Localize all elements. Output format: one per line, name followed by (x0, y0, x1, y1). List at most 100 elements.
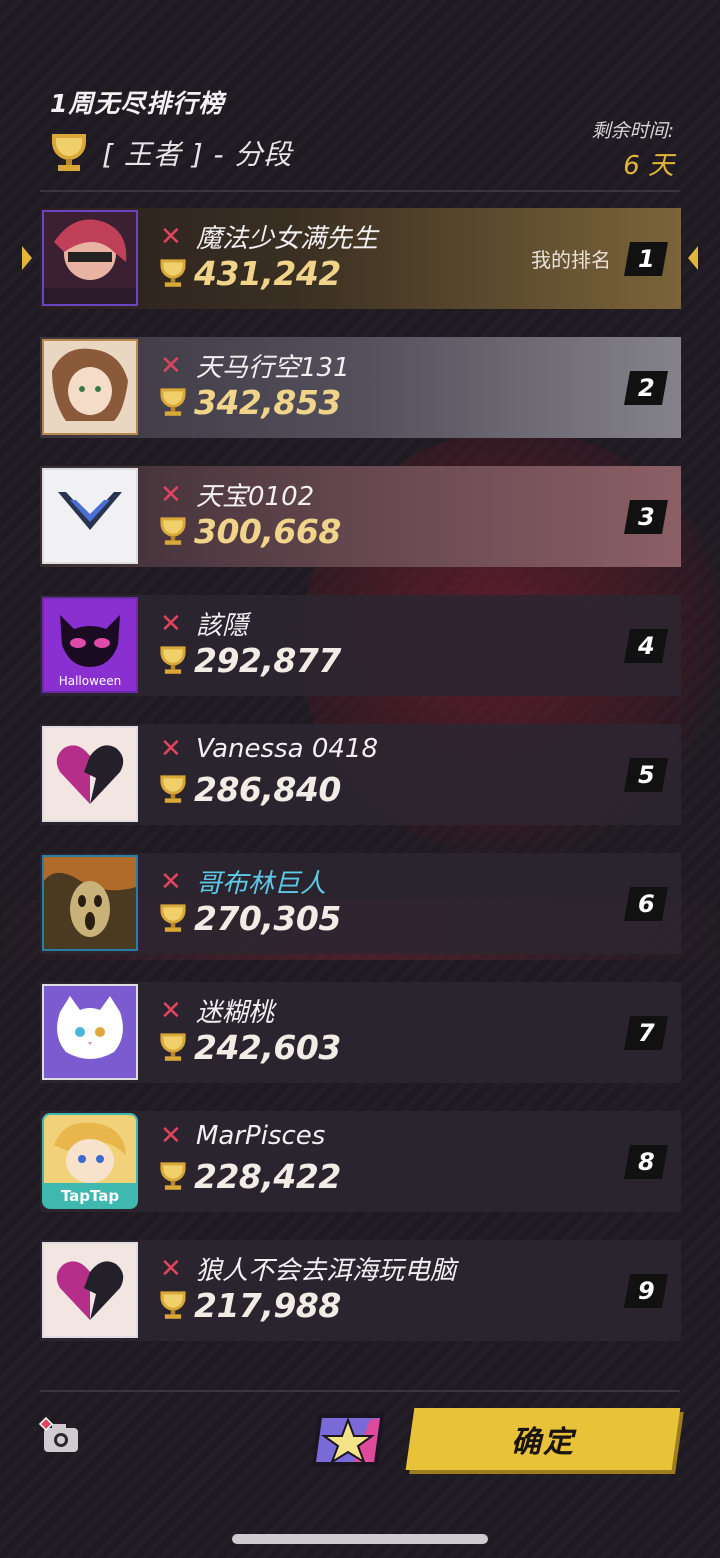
rank-number: 2 (637, 374, 655, 402)
player-score: 286,840 (194, 770, 341, 809)
name-line: ✕ 天宝0102 (160, 476, 314, 513)
player-score: 431,242 (194, 254, 341, 293)
x-icon: ✕ (160, 1253, 182, 1284)
player-score: 300,668 (194, 512, 341, 551)
confirm-label: 确定 (511, 1425, 575, 1460)
rank-badge: 6 (624, 887, 668, 921)
score-line: 286,840 (156, 770, 341, 809)
avatar[interactable] (42, 210, 138, 306)
player-score: 217,988 (194, 1286, 341, 1325)
divider (40, 1390, 680, 1392)
home-indicator[interactable] (232, 1534, 488, 1544)
leaderboard-row[interactable]: ✕ 迷糊桃 242,603 7 (40, 982, 681, 1083)
rank-badge: 7 (624, 1016, 668, 1050)
tier-label: [ 王者 ] - 分段 (102, 138, 293, 171)
score-line: 292,877 (156, 641, 341, 680)
rank-badge: 3 (624, 500, 668, 534)
rank-number: 6 (637, 890, 655, 918)
leaderboard-row[interactable]: TapTap ✕ MarPisces 228,422 8 (40, 1111, 681, 1212)
name-line: ✕ 迷糊桃 (160, 992, 274, 1029)
name-line: ✕ 該隱 (160, 605, 248, 642)
name-line: ✕ Vanessa 0418 (160, 734, 378, 764)
tier-row: [ 王者 ] - 分段 (46, 128, 293, 178)
player-score: 270,305 (194, 899, 341, 938)
avatar[interactable]: TapTap (42, 1113, 138, 1209)
star-card-icon[interactable] (310, 1408, 392, 1470)
time-remaining: 剩余时间: 6 天 (592, 116, 674, 182)
name-line: ✕ 狼人不会去洱海玩电脑 (160, 1250, 456, 1287)
divider (40, 190, 680, 192)
leaderboard-title: 1周无尽排行榜 (50, 89, 225, 118)
name-line: ✕ 魔法少女满先生 (160, 218, 378, 255)
camera-icon[interactable] (38, 1416, 82, 1456)
avatar-caption: TapTap (61, 1187, 120, 1205)
avatar[interactable] (42, 855, 138, 951)
x-icon: ✕ (160, 479, 182, 510)
rank-badge: 1 (624, 242, 668, 276)
trophy-icon (156, 1029, 190, 1067)
player-name: 狼人不会去洱海玩电脑 (196, 1256, 457, 1286)
player-name: 哥布林巨人 (196, 869, 327, 899)
trophy-icon (156, 384, 190, 422)
x-icon: ✕ (160, 221, 182, 252)
avatar[interactable]: Halloween (42, 597, 138, 693)
score-line: 300,668 (156, 512, 341, 551)
arrow-right-icon (688, 246, 698, 270)
rank-number: 3 (637, 503, 655, 531)
player-name: 魔法少女满先生 (196, 224, 379, 254)
name-line: ✕ MarPisces (160, 1121, 325, 1151)
leaderboard-row[interactable]: ✕ 魔法少女满先生 431,242 我的排名 1 (40, 208, 681, 309)
score-line: 431,242 (156, 254, 341, 293)
rank-badge: 9 (624, 1274, 668, 1308)
rank-badge: 5 (624, 758, 668, 792)
trophy-icon (156, 900, 190, 938)
rank-number: 7 (637, 1019, 655, 1047)
rank-number: 9 (637, 1277, 655, 1305)
leaderboard-row[interactable]: ✕ 天马行空131 342,853 2 (40, 337, 681, 438)
arrow-left-icon (22, 246, 32, 270)
leaderboard-row[interactable]: ✕ 狼人不会去洱海玩电脑 217,988 9 (40, 1240, 681, 1341)
score-line: 217,988 (156, 1286, 341, 1325)
avatar-caption: Halloween (59, 674, 122, 688)
avatar[interactable] (42, 984, 138, 1080)
trophy-icon (156, 513, 190, 551)
player-name: MarPisces (196, 1121, 326, 1151)
avatar[interactable] (42, 468, 138, 564)
player-name: 迷糊桃 (196, 998, 275, 1028)
score-line: 270,305 (156, 899, 341, 938)
x-icon: ✕ (160, 350, 182, 381)
name-line: ✕ 天马行空131 (160, 347, 350, 384)
player-score: 342,853 (194, 383, 341, 422)
x-icon: ✕ (160, 734, 182, 764)
my-rank-label: 我的排名 (531, 248, 611, 272)
trophy-icon (156, 1287, 190, 1325)
rank-number: 4 (637, 632, 655, 660)
leaderboard-row[interactable]: Halloween ✕ 該隱 292,877 4 (40, 595, 681, 696)
trophy-icon (46, 128, 92, 178)
rank-number: 1 (637, 245, 655, 273)
time-value: 6 天 (623, 151, 674, 181)
leaderboard-row[interactable]: ✕ 天宝0102 300,668 3 (40, 466, 681, 567)
player-name: Vanessa 0418 (196, 734, 378, 764)
player-name: 天宝0102 (196, 482, 315, 512)
confirm-button[interactable]: 确定 (405, 1408, 681, 1470)
avatar[interactable] (42, 339, 138, 435)
leaderboard-row[interactable]: ✕ 哥布林巨人 270,305 6 (40, 853, 681, 954)
rank-number: 8 (637, 1148, 655, 1176)
rank-number: 5 (637, 761, 655, 789)
rank-badge: 2 (624, 371, 668, 405)
x-icon: ✕ (160, 866, 182, 897)
time-label: 剩余时间: (591, 120, 674, 142)
rank-badge: 8 (624, 1145, 668, 1179)
avatar[interactable] (42, 1242, 138, 1338)
trophy-icon (156, 1158, 190, 1196)
leaderboard-row[interactable]: ✕ Vanessa 0418 286,840 5 (40, 724, 681, 825)
x-icon: ✕ (160, 608, 182, 639)
player-name: 天马行空131 (196, 353, 350, 383)
trophy-icon (156, 255, 190, 293)
score-line: 242,603 (156, 1028, 341, 1067)
player-score: 228,422 (194, 1157, 341, 1196)
rank-badge: 4 (624, 629, 668, 663)
trophy-icon (156, 771, 190, 809)
avatar[interactable] (42, 726, 138, 822)
